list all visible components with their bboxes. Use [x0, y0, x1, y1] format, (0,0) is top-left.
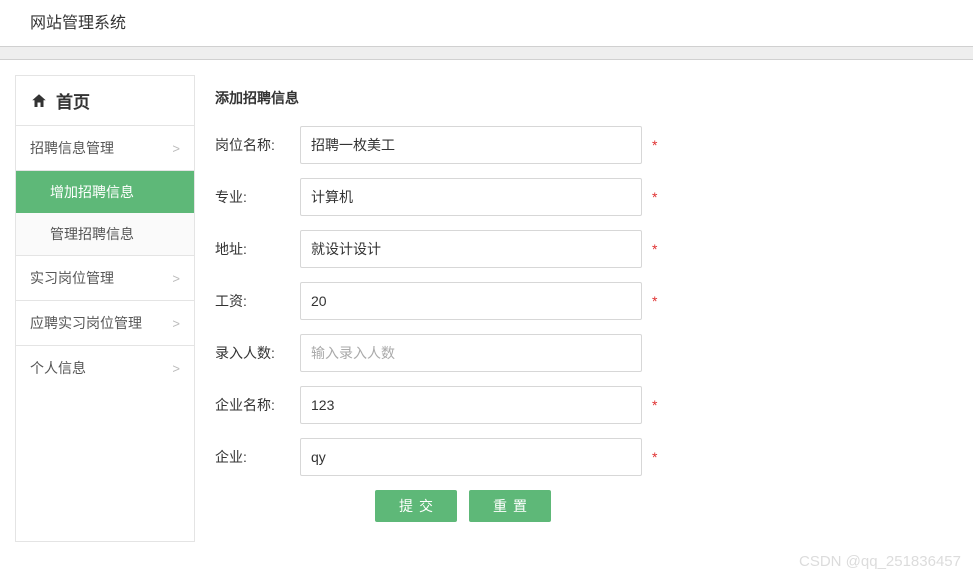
header: 网站管理系统 [0, 0, 973, 42]
field-label: 工资: [215, 291, 300, 311]
enterprise-input[interactable] [300, 438, 642, 476]
sidebar-item-label: 个人信息 [30, 358, 86, 378]
required-mark: * [652, 293, 657, 309]
sidebar-item-intern[interactable]: 实习岗位管理 > [16, 256, 194, 301]
position-input[interactable] [300, 126, 642, 164]
address-input[interactable] [300, 230, 642, 268]
field-label: 专业: [215, 187, 300, 207]
sidebar-item-label: 招聘信息管理 [30, 138, 114, 158]
app-title: 网站管理系统 [30, 9, 126, 33]
watermark: CSDN @qq_251836457 [799, 553, 961, 570]
company-input[interactable] [300, 386, 642, 424]
sidebar-subitem-add-recruit[interactable]: 增加招聘信息 [16, 171, 194, 213]
chevron-right-icon: > [172, 271, 180, 286]
form-row-company: 企业名称: * [215, 386, 953, 424]
sidebar-item-recruit[interactable]: 招聘信息管理 > [16, 126, 194, 171]
count-input[interactable] [300, 334, 642, 372]
sidebar-submenu-recruit: 增加招聘信息 管理招聘信息 [16, 171, 194, 256]
main: 添加招聘信息 岗位名称: * 专业: * 地址: * 工资: * 录入人数: 企… [195, 75, 973, 542]
field-label: 地址: [215, 239, 300, 259]
header-divider [0, 46, 973, 60]
required-mark: * [652, 397, 657, 413]
sidebar-subitem-label: 管理招聘信息 [50, 226, 134, 242]
field-label: 企业: [215, 447, 300, 467]
sidebar-home[interactable]: 首页 [16, 76, 194, 126]
reset-button[interactable]: 重置 [469, 490, 551, 522]
sidebar-item-label: 应聘实习岗位管理 [30, 313, 142, 333]
page-title: 添加招聘信息 [215, 75, 953, 126]
sidebar-item-apply-intern[interactable]: 应聘实习岗位管理 > [16, 301, 194, 346]
salary-input[interactable] [300, 282, 642, 320]
form-row-salary: 工资: * [215, 282, 953, 320]
sidebar: 首页 招聘信息管理 > 增加招聘信息 管理招聘信息 实习岗位管理 > 应聘实习岗… [15, 75, 195, 542]
required-mark: * [652, 137, 657, 153]
sidebar-item-label: 实习岗位管理 [30, 268, 114, 288]
form-row-enterprise: 企业: * [215, 438, 953, 476]
content: 首页 招聘信息管理 > 增加招聘信息 管理招聘信息 实习岗位管理 > 应聘实习岗… [0, 60, 973, 542]
field-label: 岗位名称: [215, 135, 300, 155]
field-label: 企业名称: [215, 395, 300, 415]
chevron-right-icon: > [172, 361, 180, 376]
form-row-position: 岗位名称: * [215, 126, 953, 164]
home-icon [30, 92, 48, 110]
field-label: 录入人数: [215, 343, 300, 363]
sidebar-subitem-label: 增加招聘信息 [50, 184, 134, 200]
form-row-address: 地址: * [215, 230, 953, 268]
sidebar-item-personal[interactable]: 个人信息 > [16, 346, 194, 390]
chevron-right-icon: > [172, 141, 180, 156]
major-input[interactable] [300, 178, 642, 216]
required-mark: * [652, 189, 657, 205]
button-row: 提交 重置 [215, 490, 953, 522]
sidebar-subitem-manage-recruit[interactable]: 管理招聘信息 [16, 213, 194, 255]
required-mark: * [652, 241, 657, 257]
submit-button[interactable]: 提交 [375, 490, 457, 522]
required-mark: * [652, 449, 657, 465]
form-row-count: 录入人数: [215, 334, 953, 372]
chevron-right-icon: > [172, 316, 180, 331]
form-row-major: 专业: * [215, 178, 953, 216]
sidebar-home-label: 首页 [56, 88, 90, 113]
